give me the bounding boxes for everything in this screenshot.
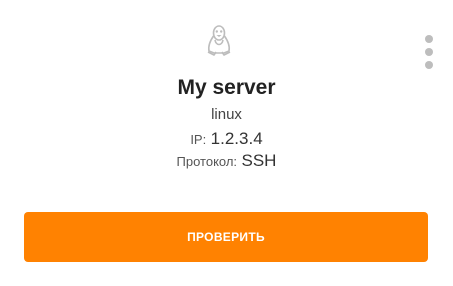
server-name: My server bbox=[177, 76, 276, 99]
protocol-label: Протокол: bbox=[176, 154, 238, 169]
menu-dot bbox=[425, 35, 433, 43]
ip-label: IP: bbox=[190, 132, 207, 147]
check-button[interactable]: ПРОВЕРИТЬ bbox=[24, 212, 428, 262]
menu-dot bbox=[425, 48, 433, 56]
kebab-menu-icon[interactable] bbox=[419, 35, 439, 69]
linux-penguin-icon bbox=[204, 24, 234, 58]
ip-row: IP: 1.2.3.4 bbox=[0, 128, 453, 151]
protocol-value: SSH bbox=[241, 151, 277, 170]
os-name: linux bbox=[211, 106, 242, 123]
ip-value: 1.2.3.4 bbox=[210, 129, 263, 148]
protocol-row: Протокол: SSH bbox=[0, 150, 453, 173]
server-card: My server linux IP: 1.2.3.4 Протокол: SS… bbox=[0, 0, 453, 286]
menu-dot bbox=[425, 61, 433, 69]
